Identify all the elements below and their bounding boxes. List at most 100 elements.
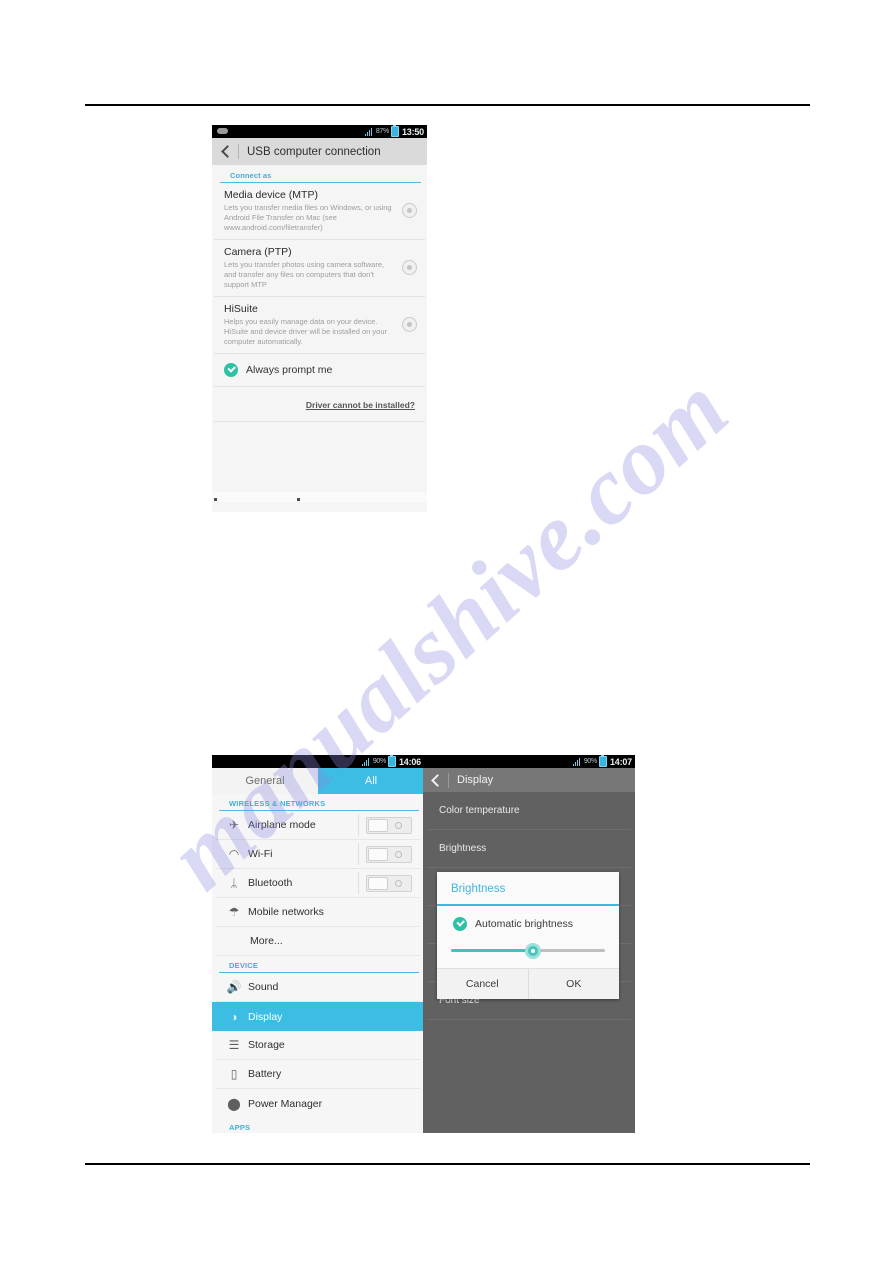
usb-status-bar: 87% 13:50 — [212, 125, 427, 138]
settings-row-mobile-networks[interactable]: ☂ Mobile networks — [216, 898, 420, 927]
settings-row-label: Storage — [248, 1039, 285, 1051]
settings-row-battery[interactable]: ▯ Battery — [216, 1060, 420, 1089]
radio-button-mtp[interactable] — [402, 203, 417, 218]
radio-button-hisuite[interactable] — [402, 317, 417, 332]
settings-row-display[interactable]: ◑ Display — [212, 1002, 424, 1031]
settings-row-label: Display — [248, 1010, 283, 1023]
page-footer-rule — [85, 1163, 810, 1165]
radio-button-ptp[interactable] — [402, 260, 417, 275]
battery-percent-label: 90% — [583, 757, 597, 765]
display-settings-screenshot: 90% 14:07 Display Color temperature Brig… — [423, 755, 635, 1133]
settings-list-screenshot: 90% 14:06 General All WIRELESS & NETWORK… — [212, 755, 424, 1133]
settings-status-bar: 90% 14:06 — [212, 755, 424, 768]
group-header-apps: APPS — [219, 1118, 419, 1133]
display-status-bar: 90% 14:07 — [423, 755, 635, 768]
battery-icon — [598, 755, 607, 767]
clock-label: 14:07 — [609, 756, 632, 767]
settings-row-more[interactable]: More... — [216, 927, 420, 956]
settings-row-bluetooth[interactable]: ᛦ Bluetooth — [216, 869, 420, 898]
signal-icon — [361, 757, 371, 766]
settings-row-label: Bluetooth — [248, 877, 293, 889]
settings-row-power-manager[interactable]: ⬤ Power Manager — [216, 1089, 420, 1118]
back-arrow-icon[interactable] — [430, 775, 441, 786]
settings-tab-bar: General All — [212, 768, 424, 794]
back-arrow-icon[interactable] — [220, 146, 231, 157]
airplane-icon: ✈ — [228, 818, 240, 832]
wifi-icon: ◠ — [228, 847, 240, 861]
usb-body: Connect as Media device (MTP) Lets you t… — [212, 165, 427, 502]
wifi-toggle[interactable] — [366, 845, 412, 863]
usb-option-mtp-desc: Lets you transfer media files on Windows… — [224, 203, 392, 232]
clock-label: 14:06 — [398, 756, 421, 767]
checkmark-icon[interactable] — [224, 363, 238, 377]
location-pin-icon: ⬤ — [227, 1096, 241, 1111]
row-divider — [358, 814, 359, 836]
battery-icon: ▯ — [230, 1067, 238, 1081]
settings-row-label: Wi-Fi — [248, 848, 273, 860]
usb-option-ptp[interactable]: Camera (PTP) Lets you transfer photos us… — [214, 240, 425, 297]
brightness-dialog-title: Brightness — [437, 872, 619, 906]
usb-option-ptp-title: Camera (PTP) — [224, 246, 292, 258]
usb-option-ptp-desc: Lets you transfer photos using camera so… — [224, 260, 385, 289]
bluetooth-toggle[interactable] — [366, 874, 412, 892]
storage-icon: ☰ — [228, 1038, 240, 1052]
automatic-brightness-label: Automatic brightness — [475, 918, 574, 930]
tab-general[interactable]: General — [212, 768, 318, 794]
airplane-mode-toggle[interactable] — [366, 816, 412, 834]
page-header-rule — [85, 104, 810, 106]
brightness-icon: ◑ — [230, 1009, 238, 1024]
brightness-dialog-buttons: Cancel OK — [437, 968, 619, 999]
usb-option-hisuite[interactable]: HiSuite Helps you easily manage data on … — [214, 297, 425, 354]
action-bar-divider — [238, 144, 239, 159]
connect-as-header: Connect as — [220, 165, 421, 183]
brightness-slider-thumb[interactable] — [524, 942, 541, 959]
battery-icon — [387, 755, 396, 767]
battery-icon — [390, 125, 399, 137]
brightness-slider-track[interactable] — [451, 942, 605, 959]
usb-softkey-bar — [212, 492, 427, 502]
usb-option-mtp[interactable]: Media device (MTP) Lets you transfer med… — [214, 183, 425, 240]
signal-icon — [572, 757, 582, 766]
usb-page-title: USB computer connection — [247, 145, 381, 158]
group-header-device: DEVICE — [219, 956, 419, 973]
brightness-slider-fill — [451, 949, 533, 952]
display-row-color-temperature[interactable]: Color temperature — [427, 792, 631, 830]
settings-row-label: Battery — [248, 1068, 282, 1080]
row-divider — [358, 872, 359, 894]
clock-label: 13:50 — [401, 126, 424, 137]
settings-row-label: Sound — [248, 981, 279, 993]
brightness-slider-area[interactable] — [437, 939, 619, 968]
automatic-brightness-row[interactable]: Automatic brightness — [437, 906, 619, 939]
usb-option-hisuite-desc: Helps you easily manage data on your dev… — [224, 317, 388, 346]
settings-row-storage[interactable]: ☰ Storage — [216, 1031, 420, 1060]
ok-button[interactable]: OK — [527, 969, 620, 999]
checkmark-icon[interactable] — [453, 917, 467, 931]
usb-notification-icon — [217, 128, 228, 134]
speaker-icon: 🔊 — [226, 980, 242, 994]
usb-option-mtp-title: Media device (MTP) — [224, 189, 318, 201]
group-header-wireless: WIRELESS & NETWORKS — [219, 794, 419, 811]
cancel-button[interactable]: Cancel — [437, 969, 528, 999]
display-page-title: Display — [457, 774, 494, 786]
cell-tower-icon: ☂ — [228, 905, 240, 919]
settings-row-label: Power Manager — [248, 1097, 323, 1110]
brightness-dialog: Brightness Automatic brightness Cancel O… — [437, 872, 619, 999]
usb-option-hisuite-title: HiSuite — [224, 303, 258, 315]
usb-empty-area — [212, 422, 427, 492]
settings-row-airplane-mode[interactable]: ✈ Airplane mode — [216, 811, 420, 840]
always-prompt-row[interactable]: Always prompt me — [214, 354, 425, 387]
action-bar-divider — [448, 772, 449, 788]
settings-row-label: Mobile networks — [248, 906, 324, 918]
tab-all[interactable]: All — [318, 768, 424, 794]
bluetooth-icon: ᛦ — [230, 876, 238, 890]
settings-row-sound[interactable]: 🔊 Sound — [216, 973, 420, 1002]
settings-row-label: More... — [250, 935, 283, 947]
display-row-brightness[interactable]: Brightness — [427, 830, 631, 868]
driver-cannot-be-installed-link[interactable]: Driver cannot be installed? — [306, 400, 415, 410]
settings-row-wifi[interactable]: ◠ Wi-Fi — [216, 840, 420, 869]
battery-percent-label: 87% — [375, 127, 389, 135]
driver-link-row: Driver cannot be installed? — [214, 387, 425, 422]
usb-action-bar: USB computer connection — [212, 138, 427, 165]
usb-connection-screenshot: 87% 13:50 USB computer connection Connec… — [212, 125, 427, 512]
signal-icon — [364, 127, 374, 136]
